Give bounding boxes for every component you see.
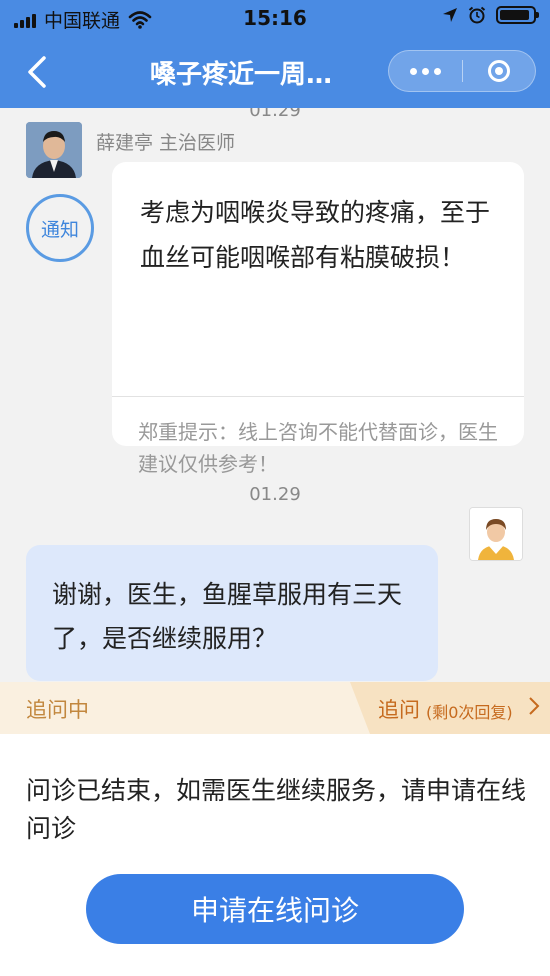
page-title: 嗓子疼近一周… xyxy=(150,60,333,90)
message-date: 01.29 xyxy=(249,484,301,505)
mini-program-capsule xyxy=(388,50,536,92)
doctor-message-text: 考虑为咽喉炎导致的疼痛，至于血丝可能咽喉部有粘膜破损！ xyxy=(140,198,491,272)
follow-up-button[interactable]: 追问 (剩0次回复) xyxy=(350,682,550,734)
follow-up-label: 追问 xyxy=(378,698,420,722)
close-target-icon xyxy=(487,60,510,82)
close-button[interactable] xyxy=(463,50,535,92)
status-right xyxy=(442,6,539,24)
doctor-photo-icon xyxy=(26,122,82,178)
bubble-divider xyxy=(112,396,524,397)
user-message-text: 谢谢，医生，鱼腥草服用有三天了，是否继续服用？ xyxy=(52,580,403,653)
status-bar: 中国联通 15:16 xyxy=(0,0,550,36)
more-dots-icon xyxy=(410,67,417,75)
follow-up-status: 追问中 xyxy=(26,698,89,722)
chat-area[interactable]: 01.29 薛建亭 主治医师 通知 考虑为咽喉炎导致的疼痛，至于血丝可能咽喉部有… xyxy=(0,108,550,682)
more-button[interactable] xyxy=(389,50,462,92)
battery-icon xyxy=(496,6,539,24)
chevron-right-icon xyxy=(529,697,540,715)
consultation-ended-text: 问诊已结束，如需医生继续服务，请申请在线问诊 xyxy=(26,776,527,843)
notice-badge: 通知 xyxy=(26,194,94,262)
follow-up-bar: 追问中 追问 (剩0次回复) xyxy=(0,682,550,734)
back-arrow-icon[interactable] xyxy=(20,52,56,92)
user-message-bubble: 谢谢，医生，鱼腥草服用有三天了，是否继续服用？ xyxy=(26,545,438,681)
doctor-name: 薛建亭 主治医师 xyxy=(96,132,236,154)
apply-online-consultation-button[interactable]: 申请在线问诊 xyxy=(86,874,464,944)
location-arrow-icon xyxy=(443,8,457,22)
alarm-clock-icon xyxy=(468,6,486,24)
doctor-avatar[interactable] xyxy=(26,122,82,178)
user-avatar-icon xyxy=(470,508,522,560)
doctor-message-bubble: 考虑为咽喉炎导致的疼痛，至于血丝可能咽喉部有粘膜破损！ 郑重提示：线上咨询不能代… xyxy=(112,162,524,476)
remaining-replies: (剩0次回复) xyxy=(426,703,513,722)
message-date: 01.29 xyxy=(249,108,301,121)
consultation-ended-panel: 问诊已结束，如需医生继续服务，请申请在线问诊 申请在线问诊 xyxy=(0,734,550,976)
disclaimer-text: 郑重提示：线上咨询不能代替面诊，医生建议仅供参考！ xyxy=(138,420,498,476)
nav-bar: 嗓子疼近一周… xyxy=(0,36,550,108)
user-avatar[interactable] xyxy=(469,507,523,561)
